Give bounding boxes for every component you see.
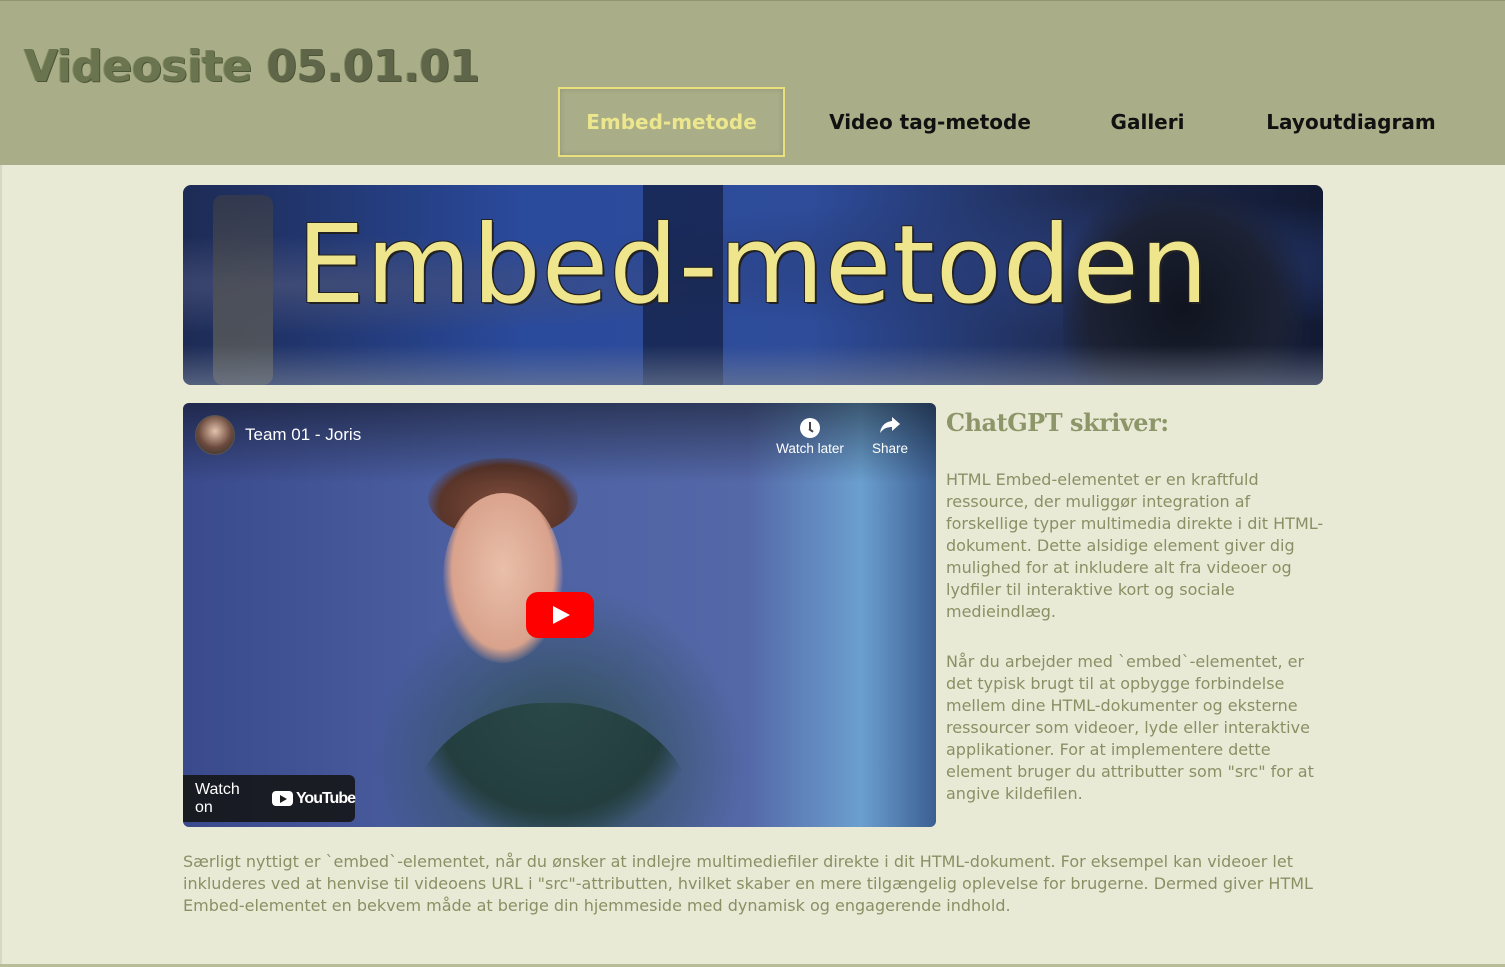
site-header: Videosite 05.01.01 Embed-metode Video ta…: [0, 0, 1505, 165]
youtube-embed[interactable]: Team 01 - Joris Watch later Share Watch …: [183, 403, 936, 827]
sidebar-paragraph: Når du arbejder med `embed`-elementet, e…: [946, 652, 1314, 803]
hero-banner: Embed-metoden: [183, 185, 1323, 385]
video-title[interactable]: Team 01 - Joris: [245, 425, 361, 445]
nav-label: Layoutdiagram: [1266, 110, 1436, 134]
nav-video-tag-metode[interactable]: Video tag-metode: [820, 87, 1040, 157]
watch-on-label: Watch on: [195, 780, 240, 816]
main-nav: Embed-metode Video tag-metode Galleri La…: [0, 87, 1505, 159]
page-edge: [0, 165, 2, 965]
watch-on-youtube-button[interactable]: Watch on YouTube: [183, 775, 356, 822]
site-title[interactable]: Videosite 05.01.01: [24, 41, 480, 92]
watch-later-label: Watch later: [776, 441, 844, 456]
hero-bg-shape: [183, 345, 1323, 385]
sidebar-heading: ChatGPT skriver:: [946, 408, 1169, 437]
youtube-play-icon: [271, 791, 293, 806]
clock-icon: [800, 418, 820, 438]
site-title-main: Videosite: [24, 41, 252, 92]
share-label: Share: [871, 441, 909, 456]
video-thumbnail-person: [403, 703, 703, 827]
watch-later-button[interactable]: Watch later: [770, 415, 850, 456]
nav-label: Embed-metode: [586, 110, 757, 134]
share-button[interactable]: Share: [850, 415, 930, 456]
nav-label: Video tag-metode: [829, 110, 1031, 134]
bottom-paragraph: Særligt nyttigt er `embed`-elementet, nå…: [183, 852, 1313, 915]
nav-embed-metode[interactable]: Embed-metode: [558, 87, 785, 157]
channel-avatar[interactable]: [195, 415, 235, 455]
youtube-logo: YouTube: [271, 789, 356, 808]
play-button[interactable]: [526, 592, 594, 638]
youtube-wordmark: YouTube: [295, 789, 356, 807]
sidebar-paragraph: HTML Embed-elementet er en kraftfuld res…: [946, 470, 1324, 621]
chatgpt-sidebar: ChatGPT skriver: HTML Embed-elementet er…: [946, 408, 1326, 805]
nav-label: Galleri: [1110, 110, 1185, 134]
hero-title: Embed-metoden: [296, 203, 1210, 328]
nav-layoutdiagram[interactable]: Layoutdiagram: [1255, 87, 1447, 157]
share-icon: [850, 415, 930, 441]
site-title-version: 05.01.01: [266, 41, 480, 92]
nav-galleri[interactable]: Galleri: [1085, 87, 1210, 157]
